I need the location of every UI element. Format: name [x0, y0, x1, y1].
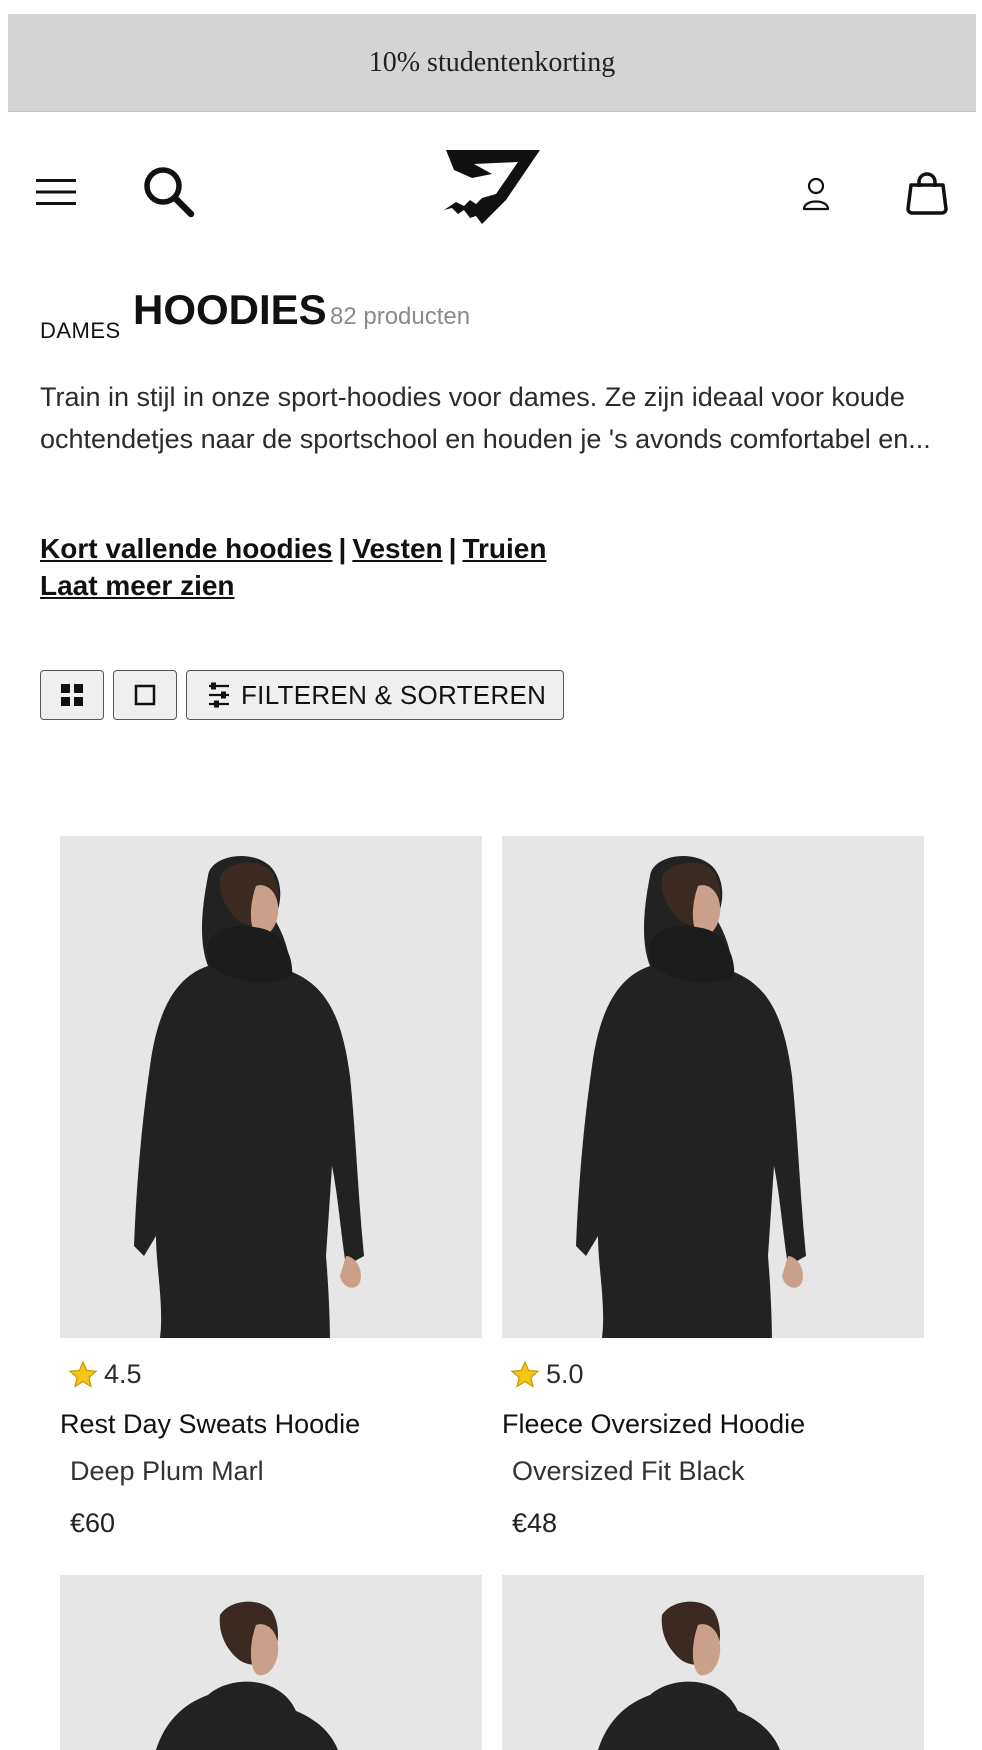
product-count: 82 producten — [330, 303, 471, 330]
shopping-bag-icon — [906, 172, 948, 215]
filter-sort-label: FILTEREN & SORTEREN — [241, 679, 547, 710]
product-image[interactable] — [60, 1575, 482, 1750]
rating-value: 5.0 — [546, 1359, 584, 1389]
product-image[interactable] — [502, 836, 924, 1338]
show-more-link[interactable]: Laat meer zien — [40, 570, 235, 601]
search-icon — [144, 167, 195, 218]
account-button[interactable] — [796, 168, 836, 220]
product-price: €48 — [512, 1508, 558, 1538]
star-icon — [510, 1359, 540, 1388]
link-kort-vallende-hoodies[interactable]: Kort vallende hoodies — [40, 533, 333, 564]
product-card[interactable] — [60, 1575, 482, 1750]
star-icon — [68, 1359, 98, 1388]
link-separator: | — [338, 533, 347, 564]
product-color: Oversized Fit Black — [512, 1456, 745, 1486]
breadcrumb[interactable]: DAMES — [40, 318, 121, 344]
single-view-icon — [134, 684, 156, 706]
product-name[interactable]: Fleece Oversized Hoodie — [502, 1409, 805, 1440]
product-card[interactable] — [502, 1575, 924, 1750]
product-card[interactable] — [502, 836, 924, 1338]
link-truien[interactable]: Truien — [462, 533, 546, 564]
sliders-icon — [209, 682, 229, 708]
promo-text: 10% studentenkorting — [368, 46, 616, 78]
link-vesten[interactable]: Vesten — [352, 533, 442, 564]
product-rating: 5.0 — [510, 1359, 584, 1390]
subcategory-links: Kort vallende hoodies | Vesten | Truien Laat… — [40, 530, 546, 604]
promo-banner[interactable]: 10% studentenkorting — [8, 14, 976, 112]
rating-value: 4.5 — [104, 1359, 142, 1389]
link-separator: | — [448, 533, 457, 564]
page-title: HOODIES — [133, 286, 327, 333]
hamburger-icon — [36, 179, 76, 205]
single-view-button[interactable] — [113, 670, 177, 720]
grid-view-icon — [61, 684, 83, 706]
product-color: Deep Plum Marl — [70, 1456, 264, 1486]
category-description: Train in stijl in onze sport-hoodies voo… — [40, 382, 931, 454]
product-name[interactable]: Rest Day Sweats Hoodie — [60, 1409, 360, 1440]
user-icon — [802, 177, 830, 211]
search-button[interactable] — [138, 160, 200, 224]
product-price: €60 — [70, 1508, 116, 1538]
product-rating: 4.5 — [68, 1359, 142, 1390]
filter-sort-button[interactable]: FILTEREN & SORTEREN — [186, 670, 564, 720]
grid-view-button[interactable] — [40, 670, 104, 720]
product-image[interactable] — [60, 836, 482, 1338]
gymshark-logo[interactable] — [438, 144, 546, 226]
product-image[interactable] — [502, 1575, 924, 1750]
product-card[interactable] — [60, 836, 482, 1338]
shopping-bag-button[interactable] — [902, 166, 952, 220]
menu-button[interactable] — [30, 162, 82, 222]
